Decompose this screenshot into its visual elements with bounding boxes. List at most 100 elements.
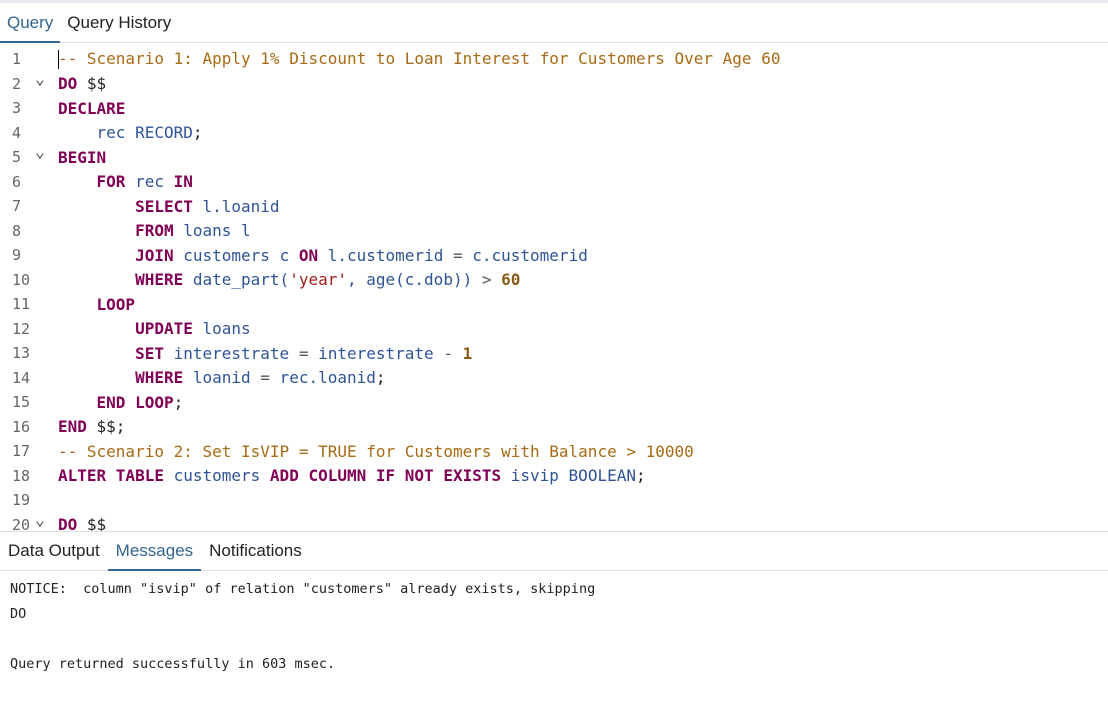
code-token: rec.loanid [279, 368, 376, 388]
code-line[interactable]: 5 ⌄ BEGIN [0, 144, 1108, 170]
do-message: DO [10, 606, 27, 622]
line-number: 14 [12, 368, 31, 387]
notice-message: NOTICE: column "isvip" of relation "cust… [10, 581, 596, 597]
code-line[interactable]: 11 LOOP [0, 292, 1108, 317]
code-line[interactable]: 6 FOR rec IN [0, 170, 1108, 195]
code-token: loanid [192, 368, 261, 388]
code-line[interactable]: 2 ⌄ DO $$ [0, 70, 1108, 97]
line-number: 5 [12, 148, 22, 167]
sql-editor[interactable]: 1 -- Scenario 1: Apply 1% Discount to Loa… [0, 43, 1108, 531]
code-token: LOOP [96, 294, 136, 314]
code-token: interestrate [173, 343, 299, 363]
code-token: ADD COLUMN IF NOT EXISTS [269, 466, 511, 486]
code-text: DO $$ [58, 74, 106, 93]
code-line[interactable]: 13 SET interestrate = interestrate - 1 [0, 341, 1108, 366]
code-token: = [452, 245, 473, 265]
code-line[interactable]: 8 FROM loans l [0, 219, 1108, 244]
result-message: Query returned successfully in 603 msec. [10, 656, 336, 672]
code-line[interactable]: 19 [0, 488, 1108, 513]
code-line[interactable]: 14 WHERE loanid = rec.loanid; [0, 366, 1108, 391]
code-text: DO $$ [58, 515, 106, 531]
code-token: ALTER TABLE [58, 466, 174, 486]
tab-data-output[interactable]: Data Output [0, 532, 108, 570]
code-token: -- Scenario 1: Apply 1% Discount to Loan… [58, 49, 781, 69]
code-token: $$; [96, 417, 126, 437]
code-token: RECORD [135, 123, 193, 143]
line-number: 6 [12, 172, 22, 191]
code-token: BEGIN [58, 147, 107, 167]
code-line[interactable]: 9 JOIN customers c ON l.customerid = c.c… [0, 243, 1108, 268]
code-token: rec [135, 172, 174, 192]
code-token: loans [202, 319, 251, 339]
code-line[interactable]: 18 ALTER TABLE customers ADD COLUMN IF NO… [0, 464, 1108, 489]
code-token: $$ [86, 515, 107, 531]
code-token: ON [298, 245, 328, 265]
line-number: 12 [12, 319, 31, 338]
code-text: ALTER TABLE customers ADD COLUMN IF NOT … [58, 466, 646, 485]
code-token: SET [135, 343, 174, 363]
fold-chevron-icon[interactable]: ⌄ [32, 70, 48, 86]
line-number: 1 [12, 50, 22, 69]
code-line[interactable]: 17 -- Scenario 2: Set IsVIP = TRUE for Cu… [0, 439, 1108, 464]
code-text: UPDATE loans [58, 319, 251, 338]
tab-query[interactable]: Query [0, 4, 61, 43]
code-text: -- Scenario 1: Apply 1% Discount to Loan… [58, 49, 781, 70]
code-token: ; [173, 392, 184, 412]
code-line[interactable]: 15 END LOOP; [0, 390, 1108, 415]
code-token: DO [58, 74, 87, 94]
code-line[interactable]: 4 rec RECORD; [0, 121, 1108, 146]
code-text: SELECT l.loanid [58, 197, 280, 216]
code-line[interactable]: 16 END $$; [0, 415, 1108, 440]
code-line[interactable]: 3 DECLARE [0, 96, 1108, 121]
code-token: isvip BOOLEAN [510, 466, 636, 486]
code-token: SELECT [135, 196, 203, 216]
code-text: FOR rec IN [58, 172, 193, 191]
code-token: DO [58, 515, 87, 531]
output-tabs: Data Output Messages Notifications [0, 531, 1108, 571]
messages-panel: NOTICE: column "isvip" of relation "cust… [0, 571, 1108, 725]
line-number: 9 [12, 246, 22, 265]
code-token: c.customerid [472, 245, 588, 265]
code-token: , age(c.dob)) [346, 270, 482, 290]
code-line[interactable]: 20 ⌄ DO $$ [0, 511, 1108, 531]
line-number: 15 [12, 393, 31, 412]
code-token: rec [96, 123, 136, 143]
code-token: UPDATE [135, 319, 203, 339]
code-text: BEGIN [58, 148, 106, 167]
code-token: ; [192, 123, 203, 143]
tab-query-history[interactable]: Query History [60, 4, 178, 42]
code-token: customers [173, 466, 270, 486]
tab-notifications[interactable]: Notifications [201, 532, 310, 570]
line-number: 10 [12, 270, 31, 289]
code-text: END $$; [58, 417, 125, 436]
code-token: interestrate [318, 343, 444, 363]
code-text: FROM loans l [58, 221, 251, 240]
code-line[interactable]: 12 UPDATE loans [0, 317, 1108, 342]
code-text: END LOOP; [58, 392, 184, 412]
code-token: - [443, 343, 463, 363]
fold-chevron-icon[interactable]: ⌄ [32, 511, 48, 527]
code-token: END LOOP [96, 392, 174, 412]
code-text: WHERE loanid = rec.loanid; [58, 368, 385, 388]
fold-chevron-icon[interactable]: ⌄ [32, 144, 48, 160]
code-token: WHERE [135, 368, 193, 388]
code-token: 60 [501, 270, 521, 290]
code-text: rec RECORD; [58, 123, 203, 142]
line-number: 11 [12, 295, 31, 314]
code-token: customers c [183, 245, 299, 265]
line-number: 7 [12, 197, 22, 216]
code-token: DECLARE [58, 98, 126, 118]
code-text: LOOP [58, 294, 136, 314]
code-line[interactable]: 7 SELECT l.loanid [0, 194, 1108, 219]
code-line[interactable]: 10 WHERE date_part('year', age(c.dob)) >… [0, 268, 1108, 293]
code-token: FOR [96, 172, 136, 192]
line-number: 19 [12, 491, 31, 510]
code-token: END [58, 417, 97, 437]
tab-messages[interactable]: Messages [107, 532, 202, 571]
code-line[interactable]: 1 -- Scenario 1: Apply 1% Discount to Loa… [0, 47, 1108, 72]
